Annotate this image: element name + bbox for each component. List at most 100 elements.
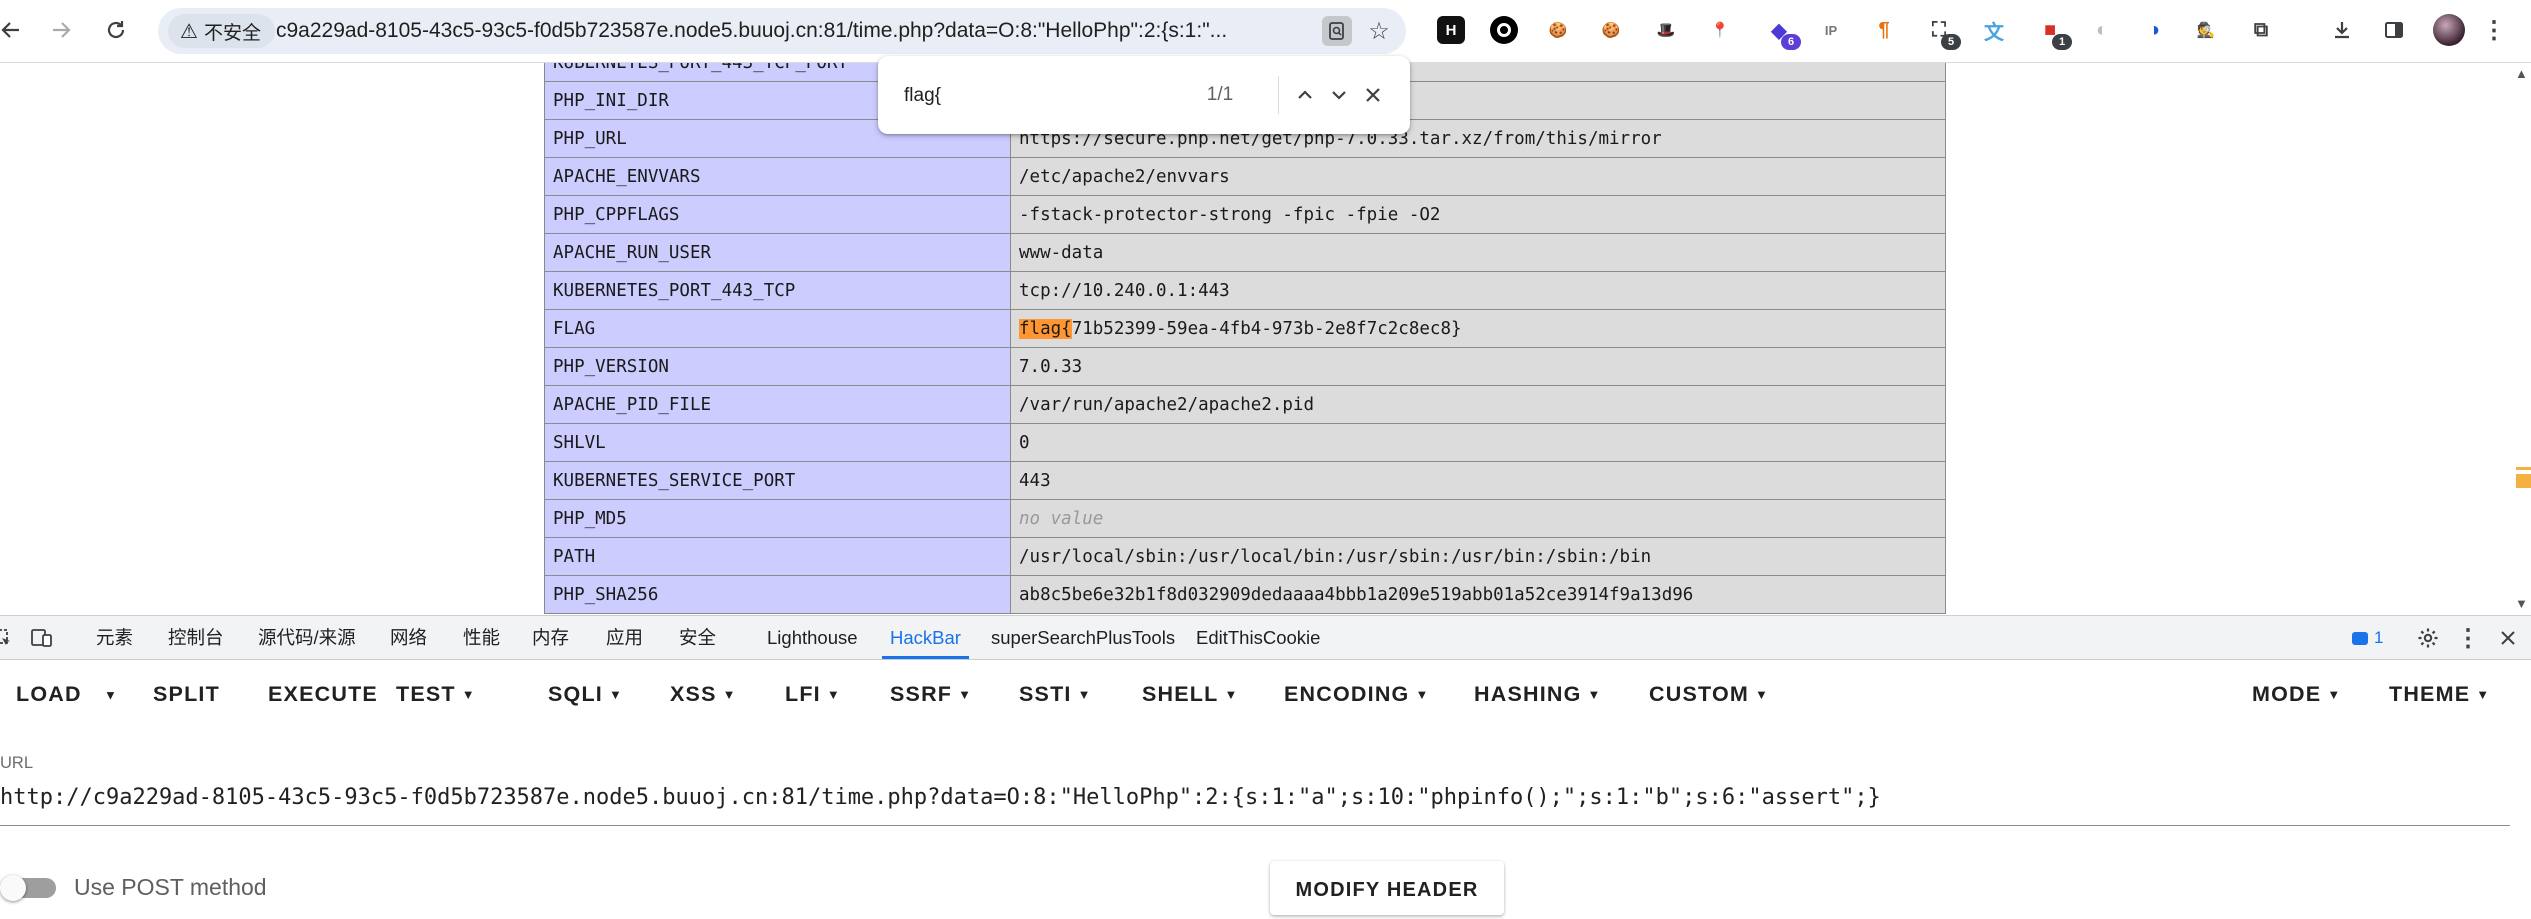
cookie-ext-icon[interactable]: 🍪 [1544,16,1572,44]
devtools-tab[interactable]: 元素 [96,616,133,659]
translate-ext-icon[interactable]: 文 [1980,16,2008,44]
pilcrow-ext-icon[interactable]: ¶ [1870,16,1898,44]
security-label: 不安全 [203,22,261,44]
caret-down-icon: ▼ [958,687,973,703]
env-value: 7.0.33 [1010,347,1946,386]
devtools-tab[interactable]: HackBar [882,616,969,659]
address-bar[interactable]: ⚠ 不安全 c9a229ad-8105-43c5-93c5-f0d5b72358… [158,8,1406,54]
modify-header-button[interactable]: MODIFY HEADER [1270,861,1504,915]
hackbar-ext-icon[interactable]: H [1437,16,1465,44]
device-toolbar-icon[interactable] [26,622,58,654]
hackbar-toolbar: LOAD ▼ SPLIT EXECUTE TEST ▼ SQLI ▼ XSS ▼ LFI ▼ SSRF ▼… [0,660,2531,728]
red-ext-icon[interactable]: ■ 1 [2036,16,2072,50]
grey-swirl-ext-icon[interactable]: ◐ [2088,16,2116,44]
devtools-tab[interactable]: 应用 [606,616,643,659]
address-text[interactable]: c9a229ad-8105-43c5-93c5-f0d5b723587e.nod… [276,8,1276,54]
theme-menu-button[interactable]: THEME ▼ [2389,660,2490,728]
env-value: 0 [1010,423,1946,462]
devtools-tab[interactable]: EditThisCookie [1196,616,1320,659]
issues-badge[interactable]: 1 [2352,626,2383,650]
find-divider [1278,76,1279,114]
find-next-chevron-down-icon[interactable] [1320,76,1358,114]
caret-down-icon: ▼ [1587,687,1602,703]
button-label: SSTI [1019,682,1072,706]
hackbar-custom-button[interactable]: CUSTOM ▼ [1649,660,1769,728]
hackbar-test-button[interactable]: TEST ▼ [396,660,476,728]
table-row: PHP_SHA256 ab8c5be6e32b1f8d032909dedaaaa4… [544,575,1946,614]
button-label: SHELL [1142,682,1219,706]
env-key: APACHE_PID_FILE [544,385,1011,424]
devtools-tab[interactable]: 源代码/来源 [258,616,356,659]
devtools-tab[interactable]: 网络 [390,616,427,659]
hackbar-load-button[interactable]: LOAD [16,660,82,728]
hackbar-ssrf-button[interactable]: SSRF ▼ [890,660,972,728]
button-label: CUSTOM [1649,682,1749,706]
find-input[interactable] [902,76,1166,116]
mode-menu-button[interactable]: MODE ▼ [2252,660,2341,728]
hackbar-encoding-button[interactable]: ENCODING ▼ [1284,660,1430,728]
colorful-ext-icon[interactable]: ◑ [2140,16,2168,44]
scrollbar-thumb[interactable] [2516,474,2531,488]
hackbar-split-button[interactable]: SPLIT [153,660,220,728]
devtools-panel: 元素 控制台 源代码/来源 网络 性能 内存 应用 安全 Lighthouse HackBar su… [0,615,2531,915]
devtools-tab-bar: 元素 控制台 源代码/来源 网络 性能 内存 应用 安全 Lighthouse HackBar su… [0,616,2531,660]
scroll-up-arrow-icon[interactable]: ▲ [2515,66,2528,81]
table-row: FLAG flag{71b52399-59ea-4fb4-973b-2e8f7c2… [544,309,1946,348]
devtools-close-icon[interactable] [2492,622,2524,654]
env-key: FLAG [544,309,1011,348]
settings-gear-icon[interactable] [2412,622,2444,654]
hackbar-execute-button[interactable]: EXECUTE [268,660,378,728]
devtools-tab[interactable]: 内存 [532,616,569,659]
devtools-tab[interactable]: 安全 [679,616,716,659]
find-in-page-bar: 1/1 [878,56,1410,134]
security-chip[interactable]: ⚠ 不安全 [168,14,275,48]
caret-down-icon: ▼ [608,687,624,703]
pin-ext-icon[interactable]: 📍 [1706,16,1734,44]
puzzle-ext-icon[interactable]: ⧉ [2247,16,2275,44]
hackbar-lfi-button[interactable]: LFI ▼ [785,660,841,728]
kebab-menu-icon[interactable]: ⋮ [2478,14,2510,46]
back-arrow-icon[interactable] [0,12,28,48]
env-value: www-data [1010,233,1946,272]
hackbar-url-input[interactable]: http://c9a229ad-8105-43c5-93c5-f0d5b7235… [0,782,2510,814]
devtools-tab[interactable]: Lighthouse [767,616,858,659]
env-key: PATH [544,537,1011,576]
button-label: ENCODING [1284,682,1410,706]
table-row: KUBERNETES_PORT_443_TCP tcp://10.240.0.1:… [544,271,1946,310]
reload-icon[interactable] [98,12,134,48]
hackbar-shell-button[interactable]: SHELL ▼ [1142,660,1239,728]
devtools-tab[interactable]: 控制台 [168,616,224,659]
profile-avatar[interactable] [2433,14,2465,46]
cookie-editor-ext-icon[interactable]: 🍪 [1597,16,1625,44]
side-panel-icon[interactable] [2378,14,2410,46]
circle-ext-icon[interactable] [1490,16,1518,44]
ip-ext-icon[interactable]: IP [1817,16,1845,44]
devtools-tab[interactable]: 性能 [463,616,500,659]
env-key: PHP_SHA256 [544,575,1011,614]
find-previous-chevron-up-icon[interactable] [1286,76,1324,114]
hackbar-sqli-button[interactable]: SQLI ▼ [548,660,623,728]
hackbar-ssti-button[interactable]: SSTI ▼ [1019,660,1092,728]
hackbar-xss-button[interactable]: XSS ▼ [670,660,737,728]
gem-ext-icon[interactable]: ◆ 6 [1765,16,1801,50]
hackbar-hashing-button[interactable]: HASHING ▼ [1474,660,1602,728]
find-close-icon[interactable] [1354,76,1392,114]
hat-ext-icon[interactable]: 🎩 [1652,16,1680,44]
forward-arrow-icon[interactable] [44,12,80,48]
extension-badge: 5 [1941,34,1961,50]
spy-ext-icon[interactable]: 🕵 [2192,16,2220,44]
extension-badge: 1 [2052,34,2072,50]
load-dropdown-button[interactable]: ▼ [104,660,118,728]
button-label: SQLI [548,682,603,706]
scroll-down-arrow-icon[interactable]: ▼ [2515,596,2528,611]
post-toggle-switch[interactable] [0,875,26,901]
devtools-menu-icon[interactable]: ⋮ [2452,622,2484,654]
bookmark-star-icon[interactable]: ☆ [1364,16,1394,46]
download-icon[interactable] [2326,14,2358,46]
caret-down-icon: ▼ [2476,687,2491,703]
find-in-page-icon[interactable] [1322,16,1352,46]
capture-ext-icon[interactable]: ⛶ 5 [1925,16,1961,50]
devtools-tab[interactable]: superSearchPlusTools [991,616,1175,659]
inspect-element-icon[interactable] [0,622,18,654]
env-value: no value [1010,499,1946,538]
